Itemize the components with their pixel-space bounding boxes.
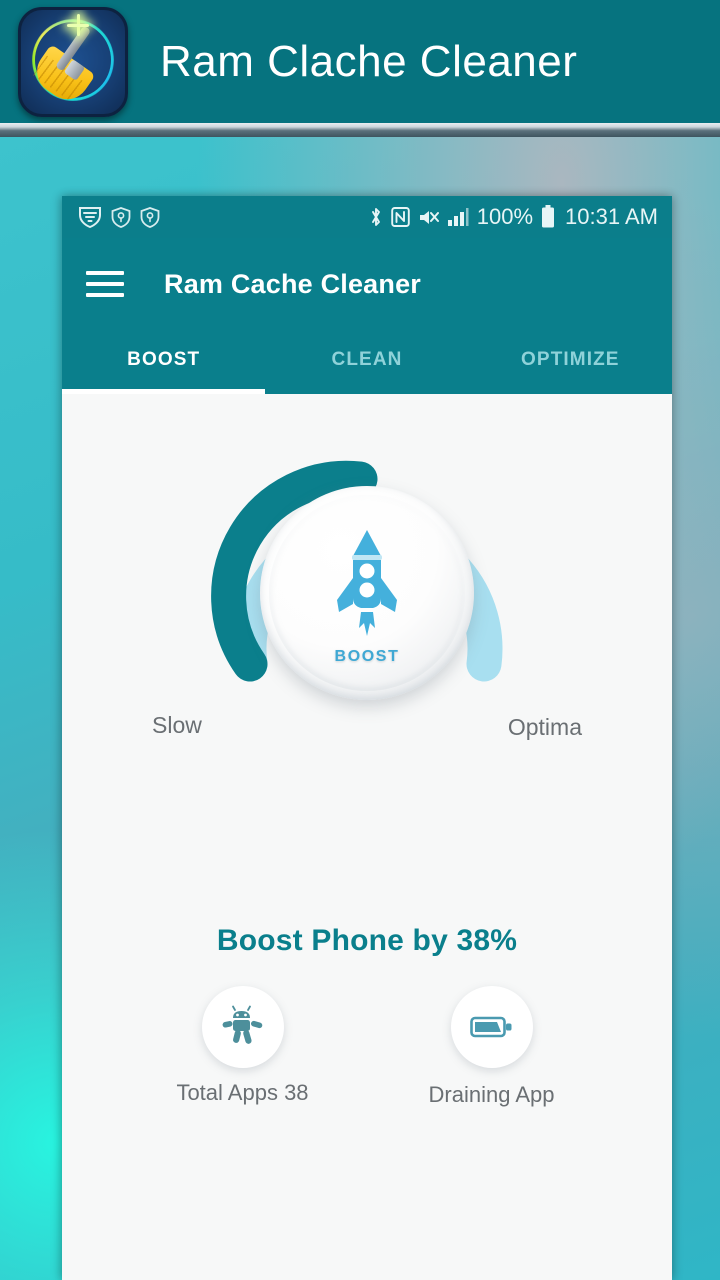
stat-total-apps-label: Total Apps 38 [176,1080,309,1105]
tab-optimize[interactable]: OPTIMIZE [469,330,672,394]
tab-boost[interactable]: BOOST [62,330,265,394]
boost-summary-text: Boost Phone by 38% [216,924,518,957]
stat-total-apps[interactable]: Total Apps 38 [143,986,343,1108]
boost-button[interactable]: BOOST [260,486,474,700]
stat-draining-app[interactable]: Draining App [392,986,592,1108]
boost-tab-content: BOOST Slow Optima Boost Phone by 38% Tot… [62,394,672,1280]
status-bar-right: 100% 10:31 AM [369,204,658,230]
boost-button-label: BOOST [334,648,400,665]
page-title: Ram Cache Cleaner [164,268,422,299]
battery-full-icon [542,205,555,228]
boost-gauge: BOOST [202,432,532,702]
stat-icon-circle [450,986,533,1068]
promo-header: Ram Clache Cleaner [0,0,720,123]
tab-clean[interactable]: CLEAN [265,330,468,394]
phone-screenshot: 100% 10:31 AM Ram Cache Cleaner BOOST CL… [62,196,672,1280]
promo-title: Ram Clache Cleaner [160,36,578,86]
status-bar: 100% 10:31 AM [62,196,672,238]
stat-icon-circle [201,986,284,1068]
hamburger-menu-icon[interactable] [86,271,124,297]
nfc-icon [391,207,410,227]
gauge-label-slow: Slow [152,712,202,738]
android-robot-icon [222,1005,262,1044]
rocket-icon [337,530,397,636]
battery-percent: 100% [476,204,534,229]
wifi-shield-icon [79,207,101,228]
status-bar-left [78,206,160,228]
signal-icon [447,208,469,226]
bluetooth-icon [371,208,380,226]
tab-bar: BOOST CLEAN OPTIMIZE [62,330,672,394]
promo-divider [0,123,720,137]
app-bar: Ram Cache Cleaner [62,238,672,330]
key-shield-icon [111,206,131,228]
broom-app-icon [18,6,128,117]
sparkle-icon [67,23,89,27]
stat-draining-app-label: Draining App [428,1082,555,1107]
gauge-range-labels: Slow Optima [62,712,672,741]
mute-icon [419,210,439,224]
key-shield-icon [140,206,160,228]
gauge-label-optima: Optima [507,714,582,740]
stats-row: Total Apps 38 Draining App [62,986,672,1108]
battery-icon [469,1016,511,1038]
status-clock: 10:31 AM [565,204,658,229]
